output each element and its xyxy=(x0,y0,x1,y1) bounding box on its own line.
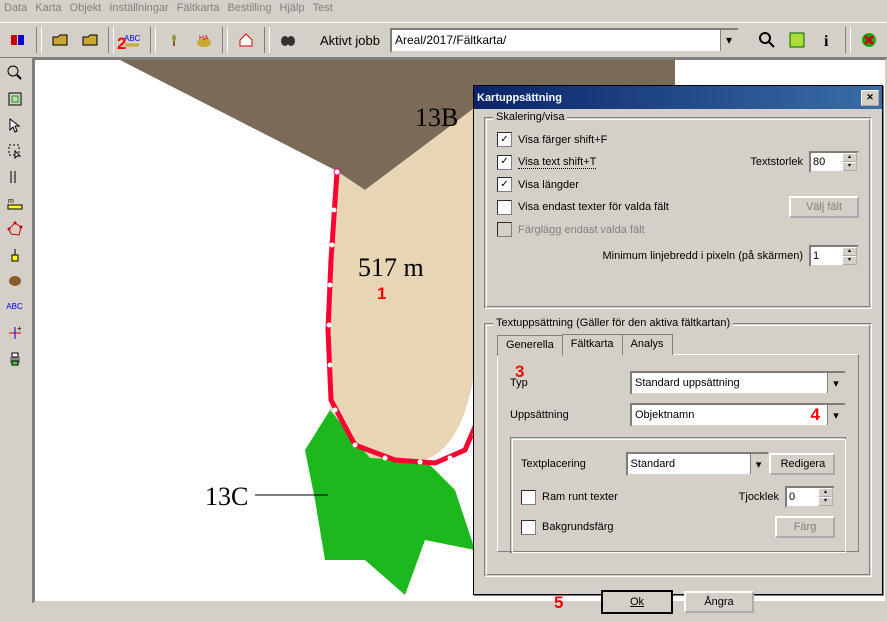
btn-edit[interactable]: Redigera xyxy=(769,453,835,475)
menu-data[interactable]: Data xyxy=(4,2,27,20)
chevron-down-icon[interactable]: ▾ xyxy=(827,373,844,393)
svg-text:HA: HA xyxy=(199,35,209,42)
menu-bar: Data Karta Objekt Inställningar Fältkart… xyxy=(0,0,887,22)
side-abc2-icon[interactable]: ABC xyxy=(2,294,27,319)
lbl-setup: Uppsättning xyxy=(510,409,630,421)
tb-search-icon[interactable] xyxy=(753,26,781,54)
tab-general[interactable]: Generella xyxy=(497,335,563,356)
side-shape-icon[interactable] xyxy=(2,268,27,293)
btn-select-fields: Välj fält xyxy=(789,196,859,218)
tb-close-icon[interactable] xyxy=(855,26,883,54)
side-print-icon[interactable] xyxy=(2,346,27,371)
lbl-only-selected[interactable]: Visa endast texter för valda fält xyxy=(518,201,669,213)
side-line-icon[interactable] xyxy=(2,164,27,189)
lbl-type: Typ xyxy=(510,377,630,389)
close-icon[interactable]: ✕ xyxy=(861,90,879,106)
chevron-down-icon[interactable]: ▾ xyxy=(827,405,844,425)
menu-objekt[interactable]: Objekt xyxy=(70,2,102,20)
side-measure-icon[interactable]: m xyxy=(2,190,27,215)
menu-installningar[interactable]: Inställningar xyxy=(109,2,168,20)
spinner-icon[interactable]: ▴▾ xyxy=(818,488,833,506)
job-value: Areal/2017/Fältkarta/ xyxy=(395,33,506,47)
side-gps-icon[interactable] xyxy=(2,242,27,267)
tab-analysis[interactable]: Analys xyxy=(622,334,673,355)
lbl-lengths[interactable]: Visa längder xyxy=(518,179,579,191)
svg-text:i: i xyxy=(824,33,829,49)
side-select-icon[interactable] xyxy=(2,138,27,163)
chk-only-selected[interactable] xyxy=(497,200,512,215)
tb-open1-icon[interactable] xyxy=(46,26,74,54)
side-pointer-icon[interactable] xyxy=(2,112,27,137)
lbl-text[interactable]: Visa text shift+T xyxy=(518,156,596,169)
type-combo[interactable]: Standard uppsättning▾ xyxy=(630,371,846,395)
map-settings-dialog: Kartuppsättning ✕ Skalering/visa ✓ Visa f… xyxy=(473,85,883,595)
menu-bestilling[interactable]: Bestilling xyxy=(227,2,271,20)
active-job-combo[interactable]: Areal/2017/Fältkarta/ ▾ xyxy=(390,28,739,53)
lbl-color-selected: Färglägg endast valda fält xyxy=(518,224,645,236)
lbl-thickness: Tjocklek xyxy=(739,491,779,503)
main-toolbar: ABC HA Aktivt jobb Areal/2017/Fältkarta/… xyxy=(0,22,887,58)
tb-map-icon[interactable] xyxy=(783,26,811,54)
dialog-title: Kartuppsättning xyxy=(477,92,562,104)
chk-bgcolor[interactable] xyxy=(521,520,536,535)
side-polygon-icon[interactable] xyxy=(2,216,27,241)
svg-text:m: m xyxy=(8,198,14,205)
chk-colors[interactable]: ✓ xyxy=(497,132,512,147)
marker-4: 4 xyxy=(811,405,820,425)
chevron-down-icon[interactable]: ▾ xyxy=(750,454,767,474)
marker-5: 5 xyxy=(554,593,563,613)
dialog-titlebar[interactable]: Kartuppsättning ✕ xyxy=(474,86,882,109)
menu-faltkarta[interactable]: Fältkarta xyxy=(177,2,220,20)
tb-binoculars-icon[interactable] xyxy=(274,26,302,54)
btn-cancel[interactable]: Ångra xyxy=(684,591,754,613)
job-label: Aktivt jobb xyxy=(320,33,380,48)
lbl-bgcolor[interactable]: Bakgrundsfärg xyxy=(542,521,614,533)
lbl-minline: Minimum linjebredd i pixeln (på skärmen) xyxy=(602,250,803,262)
tb-house-icon[interactable] xyxy=(232,26,260,54)
btn-ok[interactable]: Ok xyxy=(602,591,672,613)
chevron-down-icon[interactable]: ▾ xyxy=(720,30,737,51)
side-fit-icon[interactable] xyxy=(2,86,27,111)
field-label-13b: 13B xyxy=(415,103,458,133)
textplace-combo[interactable]: Standard▾ xyxy=(626,452,769,476)
menu-hjalp[interactable]: Hjälp xyxy=(280,2,305,20)
minline-input[interactable]: 1▴▾ xyxy=(809,245,859,267)
tb-people-icon[interactable] xyxy=(4,26,32,54)
tb-ha-icon[interactable]: HA xyxy=(190,26,218,54)
svg-text:+: + xyxy=(17,325,22,333)
side-toolbar: m ABC + xyxy=(0,58,33,603)
textsize-input[interactable]: 80▴▾ xyxy=(809,151,859,173)
lbl-colors[interactable]: Visa färger shift+F xyxy=(518,134,607,146)
setup-combo[interactable]: Objektnamn 4 ▾ xyxy=(630,403,846,427)
tb-open2-icon[interactable] xyxy=(76,26,104,54)
tb-info-icon[interactable]: i xyxy=(813,26,841,54)
menu-test[interactable]: Test xyxy=(313,2,333,20)
spinner-icon[interactable]: ▴▾ xyxy=(842,153,857,171)
chk-color-selected xyxy=(497,222,512,237)
chk-lengths[interactable]: ✓ xyxy=(497,177,512,192)
lbl-frame[interactable]: Ram runt texter xyxy=(542,491,618,503)
group-text-title: Textuppsättning (Gäller för den aktiva f… xyxy=(493,317,733,329)
btn-color: Färg xyxy=(775,516,835,538)
length-label: 517 m xyxy=(358,253,424,283)
chk-frame[interactable] xyxy=(521,490,536,505)
svg-text:ABC: ABC xyxy=(124,34,141,43)
side-zoom-icon[interactable] xyxy=(2,60,27,85)
lbl-textsize: Textstorlek xyxy=(750,156,803,168)
field-label-13c: 13C xyxy=(205,482,248,512)
thickness-input[interactable]: 0▴▾ xyxy=(785,486,835,508)
group-scale-title: Skalering/visa xyxy=(493,111,567,123)
chk-text[interactable]: ✓ xyxy=(497,155,512,170)
lbl-textplace: Textplacering xyxy=(521,458,626,470)
spinner-icon[interactable]: ▴▾ xyxy=(842,247,857,265)
side-adjust-icon[interactable]: + xyxy=(2,320,27,345)
tb-plant-icon[interactable] xyxy=(160,26,188,54)
tab-fieldmap[interactable]: Fältkarta xyxy=(562,334,623,355)
marker-1: 1 xyxy=(377,284,386,304)
menu-karta[interactable]: Karta xyxy=(35,2,61,20)
marker-2: 2 xyxy=(117,34,126,54)
